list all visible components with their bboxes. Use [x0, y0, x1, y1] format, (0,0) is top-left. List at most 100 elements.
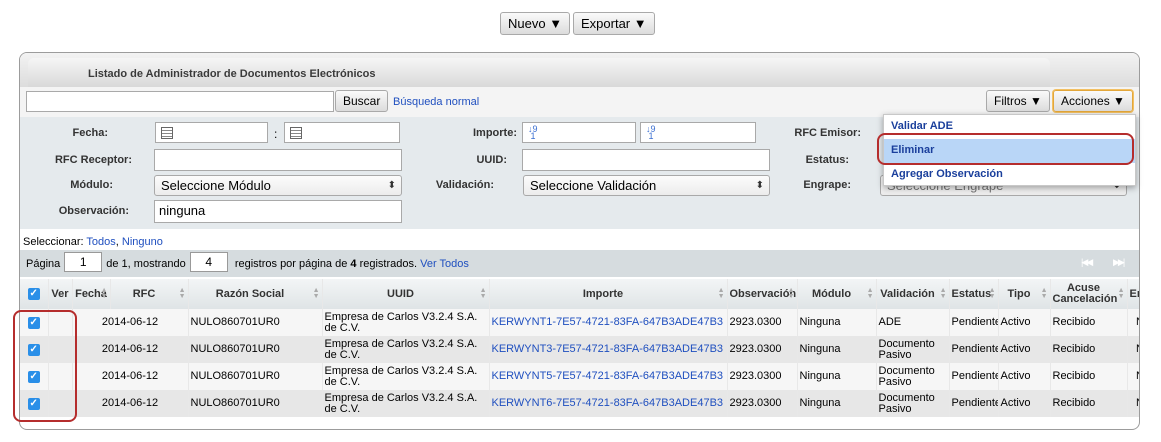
- observacion-input[interactable]: ninguna: [154, 200, 402, 223]
- sort-numeric-icon: ↓9 1: [528, 124, 538, 141]
- estatus-cell: Activo: [998, 309, 1051, 336]
- menu-item-agregar-observacion[interactable]: Agregar Observación: [884, 163, 1135, 187]
- validacion-cell: Pendiente: [949, 390, 999, 417]
- estatus-label: Estatus:: [805, 154, 849, 166]
- tipo-cell: Recibido: [1050, 309, 1128, 336]
- sort-numeric-icon: ↓9 1: [646, 124, 656, 141]
- col-header[interactable]: Estatus ▲ ▼: [949, 279, 999, 309]
- select-all-link[interactable]: Todos: [86, 236, 115, 248]
- col-header[interactable]: Engrape▲▼: [1127, 279, 1139, 309]
- fecha-cell: 2014-06-12: [72, 336, 189, 363]
- highlight-eliminar: [877, 133, 1134, 165]
- fecha-cell: 2014-06-12: [72, 390, 189, 417]
- col-header[interactable]: Acuse Cancelación ▲ ▼: [1050, 279, 1128, 309]
- uuid-link[interactable]: KERWYNT1-7E57-4721-83FA-647B3ADE47B3: [489, 309, 728, 336]
- per-page-input[interactable]: 4: [189, 252, 228, 272]
- sort-icon[interactable]: ▲ ▼: [480, 287, 487, 300]
- ver-todos-link[interactable]: Ver Todos: [420, 258, 469, 270]
- fecha-label: Fecha:: [72, 127, 108, 139]
- col-header[interactable]: Razón Social ▲ ▼: [188, 279, 323, 309]
- panel-title: Listado de Administrador de Documentos E…: [88, 68, 376, 80]
- importe-cell: 2923.0300: [727, 390, 798, 417]
- sort-icon[interactable]: ▲ ▼: [718, 287, 725, 300]
- observacion-label: Observación:: [58, 205, 129, 217]
- fecha-to-input[interactable]: [284, 122, 400, 143]
- validacion-cell: Pendiente: [949, 309, 999, 336]
- sort-icon[interactable]: ▲ ▼: [1041, 287, 1048, 300]
- modulo-cell: ADE: [876, 309, 950, 336]
- modulo-label: Módulo:: [70, 179, 113, 191]
- uuid-link[interactable]: KERWYNT5-7E57-4721-83FA-647B3ADE47B3: [489, 363, 728, 390]
- acciones-button[interactable]: Acciones ▼: [1053, 90, 1133, 112]
- col-header[interactable]: RFC ▲ ▼: [110, 279, 189, 309]
- estatus-cell: Activo: [998, 336, 1051, 363]
- first-page-icon[interactable]: |◀◀: [1081, 257, 1093, 268]
- search-input[interactable]: [26, 91, 334, 112]
- sort-icon[interactable]: ▲ ▼: [313, 287, 320, 300]
- col-header[interactable]: Fecha ▲ ▼: [72, 279, 111, 309]
- validacion-select[interactable]: Seleccione Validación ⬍: [523, 175, 770, 196]
- sort-icon[interactable]: ▲ ▼: [1118, 287, 1125, 300]
- nuevo-button[interactable]: Nuevo ▼: [500, 12, 571, 35]
- select-none-link[interactable]: Ninguno: [122, 236, 163, 248]
- select-arrows-icon: ⬍: [387, 180, 396, 191]
- col-header[interactable]: Ver: [48, 279, 73, 309]
- document-list-panel: Listado de Administrador de Documentos E…: [19, 52, 1140, 430]
- table-row[interactable]: ✓ 2014-06-12 NULO860701UR0 Empresa de Carlo…: [20, 336, 1139, 363]
- sort-icon[interactable]: ▲ ▼: [989, 287, 996, 300]
- sort-icon[interactable]: ▲ ▼: [179, 287, 186, 300]
- panel-header: Listado de Administrador de Documentos E…: [20, 53, 1139, 87]
- filtros-button[interactable]: Filtros ▼: [986, 90, 1050, 112]
- importe-cell: 2923.0300: [727, 336, 798, 363]
- modulo-select[interactable]: Seleccione Módulo ⬍: [154, 175, 402, 196]
- sort-icon[interactable]: ▲ ▼: [101, 287, 108, 300]
- busqueda-normal-link[interactable]: Búsqueda normal: [393, 96, 479, 108]
- exportar-button[interactable]: Exportar ▼: [573, 12, 655, 35]
- col-header[interactable]: Módulo ▲ ▼: [797, 279, 877, 309]
- rfc-receptor-input[interactable]: [154, 149, 402, 171]
- select-all-checkbox-header[interactable]: ✓: [20, 279, 49, 309]
- uuid-link[interactable]: KERWYNT6-7E57-4721-83FA-647B3ADE47B3: [489, 390, 728, 417]
- estatus-cell: Activo: [998, 363, 1051, 390]
- sort-icon[interactable]: ▲ ▼: [788, 287, 795, 300]
- col-header[interactable]: Tipo ▲ ▼: [998, 279, 1051, 309]
- last-page-icon[interactable]: ▶▶|: [1113, 257, 1125, 268]
- acuse-cell: No: [1127, 390, 1139, 417]
- rfc-cell: NULO860701UR0: [188, 390, 323, 417]
- table-row[interactable]: ✓ 2014-06-12 NULO860701UR0 Empresa de Carlo…: [20, 309, 1139, 336]
- buscar-button[interactable]: Buscar: [335, 90, 389, 112]
- uuid-link[interactable]: KERWYNT3-7E57-4721-83FA-647B3ADE47B3: [489, 336, 728, 363]
- importe-max-input[interactable]: ↓9 1: [640, 122, 756, 143]
- fecha-separator: :: [274, 127, 278, 141]
- col-header[interactable]: Importe ▲ ▼: [489, 279, 728, 309]
- page-input[interactable]: 1: [64, 252, 103, 272]
- col-header[interactable]: Validación ▲ ▼: [876, 279, 950, 309]
- col-header[interactable]: UUID ▲ ▼: [322, 279, 490, 309]
- sort-icon[interactable]: ▲ ▼: [940, 287, 947, 300]
- seleccionar-label: Seleccionar:: [23, 236, 84, 248]
- highlight-checkboxes: [13, 310, 77, 422]
- rfc-receptor-label: RFC Receptor:: [54, 154, 132, 166]
- estatus-cell: Activo: [998, 390, 1051, 417]
- validacion-label: Validación:: [435, 179, 494, 191]
- calendar-icon[interactable]: [161, 127, 173, 139]
- uuid-input[interactable]: [522, 149, 770, 171]
- observacion-cell: Ninguna: [797, 336, 877, 363]
- fecha-from-input[interactable]: [155, 122, 268, 143]
- acuse-cell: No: [1127, 309, 1139, 336]
- table-row[interactable]: ✓ 2014-06-12 NULO860701UR0 Empresa de Carlo…: [20, 363, 1139, 390]
- table-row[interactable]: ✓ 2014-06-12 NULO860701UR0 Empresa de Carlo…: [20, 390, 1139, 417]
- razon-social-cell: Empresa de Carlos V3.2.4 S.A. de C.V.: [322, 363, 490, 390]
- calendar-icon[interactable]: [290, 127, 302, 139]
- pager-bar: Página 1 de 1, mostrando 4 registros por pá…: [20, 250, 1139, 277]
- tipo-cell: Recibido: [1050, 390, 1128, 417]
- observacion-cell: Ninguna: [797, 363, 877, 390]
- acuse-cell: No: [1127, 363, 1139, 390]
- razon-social-cell: Empresa de Carlos V3.2.4 S.A. de C.V.: [322, 309, 490, 336]
- acuse-cell: No: [1127, 336, 1139, 363]
- col-header[interactable]: Observación ▲ ▼: [727, 279, 798, 309]
- sort-icon[interactable]: ▲ ▼: [867, 287, 874, 300]
- select-arrows-icon: ⬍: [755, 180, 764, 191]
- importe-min-input[interactable]: ↓9 1: [522, 122, 636, 143]
- checkbox-checked-icon[interactable]: ✓: [27, 288, 40, 300]
